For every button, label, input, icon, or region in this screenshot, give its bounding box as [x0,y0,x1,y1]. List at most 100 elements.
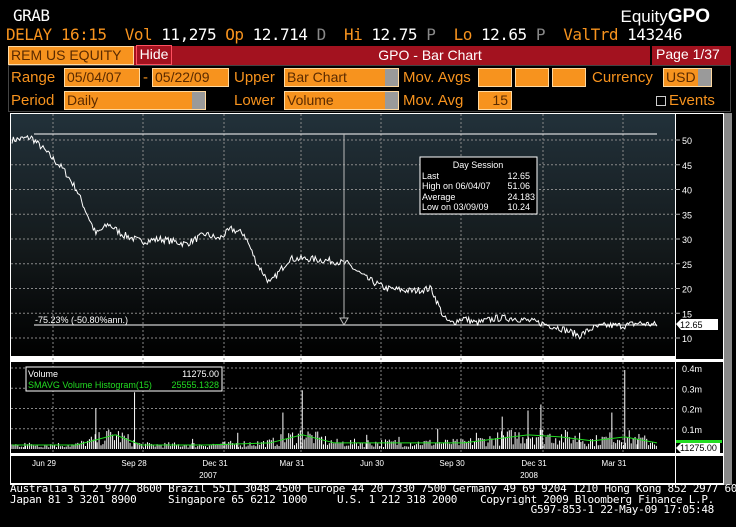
brand-prefix: Equity [620,7,668,26]
scrollbar[interactable] [724,113,732,485]
range-label: Range [11,69,56,86]
x-tick-label: Dec 31 [521,459,547,468]
session-value: 24.183 [507,192,535,202]
year-label: 2008 [520,471,538,480]
lower-value: Volume [287,92,334,108]
session-label: Last [422,171,440,181]
ticker: GRAB [13,6,50,25]
session-label: Average [422,192,455,202]
price-tick-label: 25 [682,260,692,270]
footer-singapore: Singapore 65 6212 1000 [168,493,308,506]
dropdown-icon[interactable] [698,69,711,86]
volume-tick-label: 0.4m [682,364,702,374]
mov-avg-field-2[interactable] [515,68,549,87]
currency-label: Currency [592,69,653,86]
currency-value: USD [666,69,696,85]
chart-area: 50 45 40 35 30 25 20 15 10 0.1m 0.2m 0.3m 0.4m -75.2… [10,113,732,485]
price-tick-label: 35 [682,210,692,220]
hi-label: Hi [343,25,363,44]
last-price-value: 12.65 [680,320,703,330]
x-tick-label: Dec 31 [202,459,228,468]
dropdown-icon[interactable] [385,69,398,86]
lo-label: Lo [453,25,473,44]
price-tick-label: 30 [682,235,692,245]
upper-select[interactable]: Bar Chart [284,68,399,87]
price-tick-label: 20 [682,285,692,295]
currency-select[interactable]: USD [663,68,712,87]
valtrd: 143246 [627,25,682,44]
x-tick-label: Sep 28 [121,459,147,468]
op: 12.714 [252,25,308,44]
volume-last-value: 11275.00 [680,443,717,453]
vol-label: Vol [124,25,153,44]
x-tick-label: Mar 31 [280,459,305,468]
range-separator: - [143,69,148,86]
lower-label: Lower [234,92,275,109]
dropdown-icon[interactable] [192,92,205,109]
range-end-field[interactable]: 05/22/09 [152,68,229,87]
price-tick-label: 45 [682,161,692,171]
volume-legend: Volume 11275.00 SMAVG Volume Histogram(15… [25,366,223,392]
events-label[interactable]: Events [669,92,715,109]
x-tick-label: Sep 30 [439,459,465,468]
mov-avgs-label: Mov. Avgs [403,69,471,86]
screen-title: GPO - Bar Chart [378,47,482,63]
op-label: Op [225,25,244,44]
volume-legend-label: Volume [28,369,58,379]
mov-avg-field-1[interactable] [478,68,512,87]
sma-legend-label: SMAVG Volume Histogram(15) [28,380,152,390]
last-price-tag: 12.65 [676,319,718,330]
session-label: Low on 03/09/09 [422,202,489,212]
time: 16:15 [60,25,107,44]
page-indicator[interactable]: Page 1/37 [650,46,731,65]
period-value: Daily [67,92,99,108]
footer-timestamp: G597-853-1 22-May-09 17:05:48 [530,503,715,516]
mov-avg-field-3[interactable] [552,68,586,87]
x-tick-label: Jun 29 [32,459,57,468]
volume-last-tag: 11275.00 [676,440,722,453]
lo-flag: P [535,25,546,44]
session-value: 10.24 [507,202,530,212]
session-label: High on 06/04/07 [422,181,491,191]
session-value: 51.06 [507,181,530,191]
x-axis-panel [11,456,675,483]
upper-label: Upper [234,69,275,86]
price-tick-label: 10 [682,334,692,344]
vol: 11,275 [161,25,217,44]
hide-button[interactable]: Hide [136,45,172,65]
brand-suffix: GPO [667,6,710,27]
range-start-field[interactable]: 05/04/07 [64,68,140,87]
period-select[interactable]: Daily [64,91,206,110]
valtrd-label: ValTrd [563,25,619,44]
lower-select[interactable]: Volume [284,91,399,110]
volume-tick-label: 0.2m [682,405,702,415]
delay-label: DELAY [6,25,52,44]
events-checkbox[interactable] [656,96,666,106]
op-flag: D [316,25,327,44]
mov-avg-label: Mov. Avg [403,92,464,109]
lo: 12.65 [481,25,527,44]
quote-line: DELAY 16:15 Vol 11,275 Op 12.714 D Hi 12… [6,25,682,44]
volume-tick-label: 0.1m [682,425,702,435]
price-tick-label: 40 [682,186,692,196]
session-value: 12.65 [507,171,530,181]
day-session-box: Day Session Last 12.65 High on 06/04/07 51… [419,156,538,215]
hi: 12.75 [371,25,418,44]
footer-japan: Japan 81 3 3201 8900 [10,493,137,506]
mov-avg-period-field[interactable]: 15 [478,91,512,110]
dropdown-icon[interactable] [385,92,398,109]
security-field[interactable]: REM US EQUITY [8,46,134,65]
period-label: Period [11,92,55,109]
change-label: -75.23% (-50.80%ann.) [35,315,128,325]
upper-value: Bar Chart [287,69,347,85]
hi-flag: P [426,25,436,44]
sma-legend-value: 25555.1328 [171,380,219,390]
session-title: Day Session [453,160,504,170]
x-tick-label: Jun 30 [360,459,385,468]
price-tick-label: 15 [682,309,692,319]
volume-legend-value: 11275.00 [182,369,219,379]
x-tick-label: Mar 31 [602,459,627,468]
year-label: 2007 [199,471,217,480]
price-tick-label: 50 [682,136,692,146]
volume-tick-label: 0.3m [682,384,702,394]
